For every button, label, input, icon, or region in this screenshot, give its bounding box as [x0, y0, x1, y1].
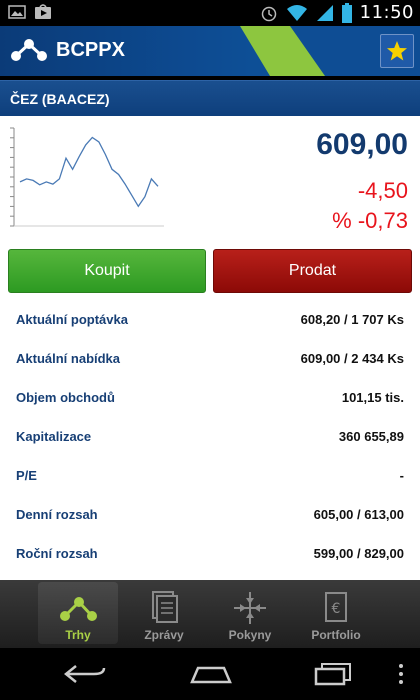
- tab-trhy[interactable]: Trhy: [38, 582, 118, 644]
- list-item: Objem obchodů 101,15 tis.: [0, 378, 420, 417]
- list-item: Roční rozsah 599,00 / 829,00: [0, 534, 420, 573]
- buy-button[interactable]: Koupit: [8, 249, 206, 293]
- back-icon[interactable]: [62, 662, 108, 686]
- share-network-icon: [60, 597, 97, 621]
- detail-label: Aktuální poptávka: [16, 312, 128, 327]
- detail-label: Kapitalizace: [16, 429, 92, 444]
- share-network-icon[interactable]: [10, 38, 48, 64]
- detail-value: 599,00 / 829,00: [313, 546, 404, 561]
- price-change: -4,50: [357, 178, 408, 203]
- wifi-icon: [286, 4, 307, 21]
- tab-portfolio[interactable]: € Portfolio: [296, 582, 376, 644]
- detail-value: 360 655,89: [338, 429, 404, 444]
- stock-header: ČEZ (BAACEZ): [0, 80, 420, 116]
- signal-icon: [316, 4, 333, 21]
- tab-label: Trhy: [65, 628, 91, 642]
- last-price: 609,00: [316, 128, 408, 161]
- detail-value: 605,00 / 613,00: [313, 507, 404, 522]
- svg-text:€: €: [332, 601, 341, 617]
- home-icon[interactable]: [188, 662, 234, 686]
- detail-value: 608,20 / 1 707 Ks: [300, 312, 404, 327]
- recent-apps-icon[interactable]: [314, 662, 354, 686]
- play-store-icon: [35, 4, 51, 19]
- status-bar: 11:50: [0, 0, 420, 26]
- list-item: Aktuální nabídka 609,00 / 2 434 Ks: [0, 339, 420, 378]
- stock-detail: 609,00 -4,50 % -0,73 Koupit Prodat Aktuá…: [0, 116, 420, 580]
- favorite-button[interactable]: [380, 34, 414, 68]
- battery-icon: [341, 2, 352, 23]
- tab-zpravy[interactable]: Zprávy: [124, 582, 204, 644]
- detail-label: Denní rozsah: [16, 507, 98, 522]
- sell-button[interactable]: Prodat: [213, 249, 412, 293]
- alarm-icon: [261, 6, 276, 21]
- image-icon: [8, 5, 26, 19]
- list-item: Kapitalizace 360 655,89: [0, 417, 420, 456]
- system-nav-bar: [0, 648, 420, 700]
- tab-label: Portfolio: [311, 628, 361, 642]
- bottom-tab-bar: Trhy Zprávy Pokyny € Portfolio: [0, 580, 420, 648]
- euro-card-icon: €: [325, 592, 347, 622]
- list-item: P/E -: [0, 456, 420, 495]
- documents-icon: [152, 591, 178, 623]
- app-title: BCPPX: [56, 39, 125, 61]
- list-item: Aktuální poptávka 608,20 / 1 707 Ks: [0, 300, 420, 339]
- price-chart: [10, 127, 164, 227]
- detail-value: -: [399, 468, 404, 483]
- chart-series-line: [19, 136, 159, 208]
- tab-label: Pokyny: [228, 628, 272, 642]
- star-icon: [387, 41, 407, 61]
- detail-value: 101,15 tis.: [341, 390, 404, 405]
- tab-label: Zprávy: [144, 628, 184, 642]
- tab-pokyny[interactable]: Pokyny: [210, 582, 290, 644]
- arrows-in-icon: [234, 592, 266, 624]
- detail-label: Roční rozsah: [16, 546, 98, 561]
- detail-value: 609,00 / 2 434 Ks: [300, 351, 404, 366]
- list-item: Denní rozsah 605,00 / 613,00: [0, 495, 420, 534]
- detail-list: Aktuální poptávka 608,20 / 1 707 Ks Aktu…: [0, 300, 420, 573]
- detail-label: Objem obchodů: [16, 390, 115, 405]
- stock-name: ČEZ (BAACEZ): [10, 91, 110, 107]
- detail-label: P/E: [16, 468, 37, 483]
- clock: 11:50: [359, 2, 414, 23]
- app-bar: BCPPX: [0, 26, 420, 76]
- detail-label: Aktuální nabídka: [16, 351, 121, 366]
- price-change-percent: % -0,73: [332, 208, 408, 233]
- overflow-menu-icon[interactable]: [398, 662, 404, 686]
